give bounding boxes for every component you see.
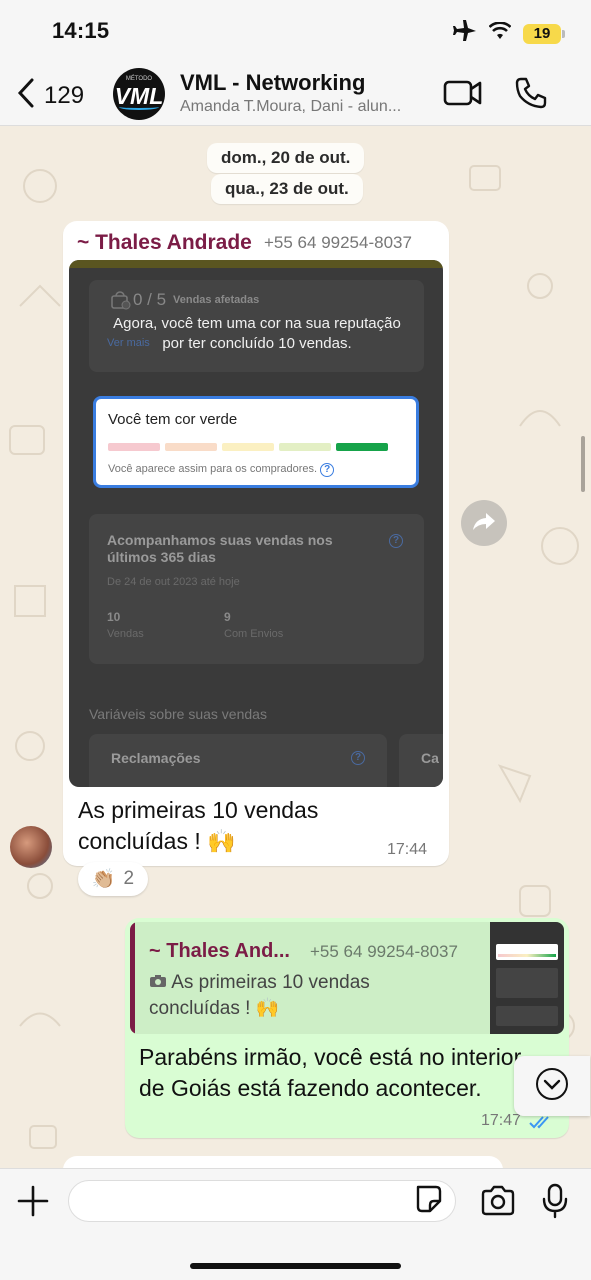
phone-icon[interactable] <box>514 76 548 115</box>
incoming-message[interactable]: ~ Thales Andrade +55 64 99254-8037 0 / 5… <box>63 221 449 866</box>
camera-icon[interactable] <box>480 1185 516 1222</box>
reputation-bar <box>108 443 160 451</box>
wifi-icon <box>488 21 512 45</box>
battery-indicator: 19 <box>523 23 565 44</box>
reaction-count: 2 <box>123 868 135 889</box>
airplane-icon <box>453 20 477 47</box>
outgoing-text: Parabéns irmão, você está no interior de… <box>139 1044 522 1101</box>
read-receipt-icon <box>529 1114 555 1135</box>
message-image[interactable]: 0 / 5 Vendas afetadas Ver mais Agora, vo… <box>69 260 443 787</box>
cut-card-label: Ca <box>421 750 439 766</box>
reputation-bar <box>279 443 331 451</box>
microphone-icon[interactable] <box>541 1183 569 1224</box>
group-members[interactable]: Amanda T.Moura, Dani - alun... <box>180 98 432 116</box>
message-time: 17:47 <box>481 1112 522 1129</box>
complaints-label: Reclamações <box>111 750 201 766</box>
status-bar: 14:15 19 <box>0 0 591 62</box>
back-button[interactable]: 129 <box>14 76 84 115</box>
affected-label: Vendas afetadas <box>173 294 260 306</box>
stat-value: 10 <box>107 610 121 624</box>
stat-value: 9 <box>224 610 231 624</box>
video-call-icon[interactable] <box>443 76 483 115</box>
sticker-icon[interactable] <box>412 1177 444 1230</box>
date-separator: qua., 23 de out. <box>211 174 363 204</box>
forward-button[interactable] <box>461 500 507 546</box>
stat-label: Vendas <box>107 628 144 640</box>
quoted-thumbnail <box>490 922 564 1034</box>
sender-phone: +55 64 99254-8037 <box>264 233 412 252</box>
camera-small-icon <box>149 972 167 993</box>
message-input[interactable] <box>68 1180 456 1222</box>
scroll-down-icon <box>535 1067 569 1106</box>
forward-icon <box>472 511 496 536</box>
scroll-to-bottom-button[interactable] <box>514 1056 590 1116</box>
stat-label: Com Envios <box>224 628 284 640</box>
message-caption: As primeiras 10 vendas concluídas ! 🙌 <box>78 797 319 854</box>
chat-header: 129 MÉTODO VML VML - Networking Amanda T… <box>0 62 591 126</box>
avatar-small-text: MÉTODO <box>125 76 153 82</box>
plus-icon[interactable] <box>16 1184 50 1223</box>
image-overlay-text: Agora, você tem uma cor na sua reputação… <box>113 315 401 352</box>
sales-section-title: Acompanhamos suas vendas nos últimos 365… <box>107 532 333 565</box>
outgoing-message[interactable]: ~ Thales And... +55 64 99254-8037 As pri… <box>125 918 569 1138</box>
help-icon: ? <box>320 463 335 477</box>
affected-count: 0 / 5 <box>133 290 167 309</box>
variables-heading: Variáveis sobre suas vendas <box>89 706 267 722</box>
reputation-bar <box>222 443 274 451</box>
group-avatar[interactable]: MÉTODO VML <box>113 68 165 120</box>
sender-avatar[interactable] <box>10 826 52 868</box>
quoted-sender: ~ Thales And... <box>149 940 290 962</box>
quoted-phone: +55 64 99254-8037 <box>310 942 458 961</box>
help-icon: ? <box>351 751 365 765</box>
group-title[interactable]: VML - Networking <box>180 70 365 96</box>
help-icon: ? <box>389 534 403 548</box>
quoted-message[interactable]: ~ Thales And... +55 64 99254-8037 As pri… <box>130 922 564 1034</box>
reputation-card: Você tem cor verde Você aparece assim pa… <box>93 396 419 488</box>
sender-name[interactable]: ~ Thales Andrade <box>77 231 252 255</box>
home-indicator[interactable] <box>190 1263 401 1269</box>
sales-section-date: De 24 de out 2023 até hoje <box>107 576 240 588</box>
status-time: 14:15 <box>52 18 110 43</box>
reaction-badge[interactable]: 👏🏼 2 <box>78 862 148 896</box>
reputation-subtitle: Você aparece assim para os compradores. … <box>108 463 335 477</box>
bag-icon <box>109 290 131 315</box>
reputation-bar <box>165 443 217 451</box>
reputation-title: Você tem cor verde <box>108 411 238 428</box>
scroll-indicator[interactable] <box>581 436 585 492</box>
date-separator: dom., 20 de out. <box>207 143 365 173</box>
message-time: 17:44 <box>387 841 428 858</box>
composer-bar <box>0 1168 591 1280</box>
back-chevron-icon <box>14 76 36 115</box>
reputation-bar <box>336 443 388 451</box>
quoted-text: As primeiras 10 vendas concluídas ! 🙌 <box>149 972 370 1019</box>
unread-count: 129 <box>44 81 85 109</box>
clap-emoji: 👏🏼 <box>91 869 116 890</box>
reputation-bars <box>108 443 388 451</box>
